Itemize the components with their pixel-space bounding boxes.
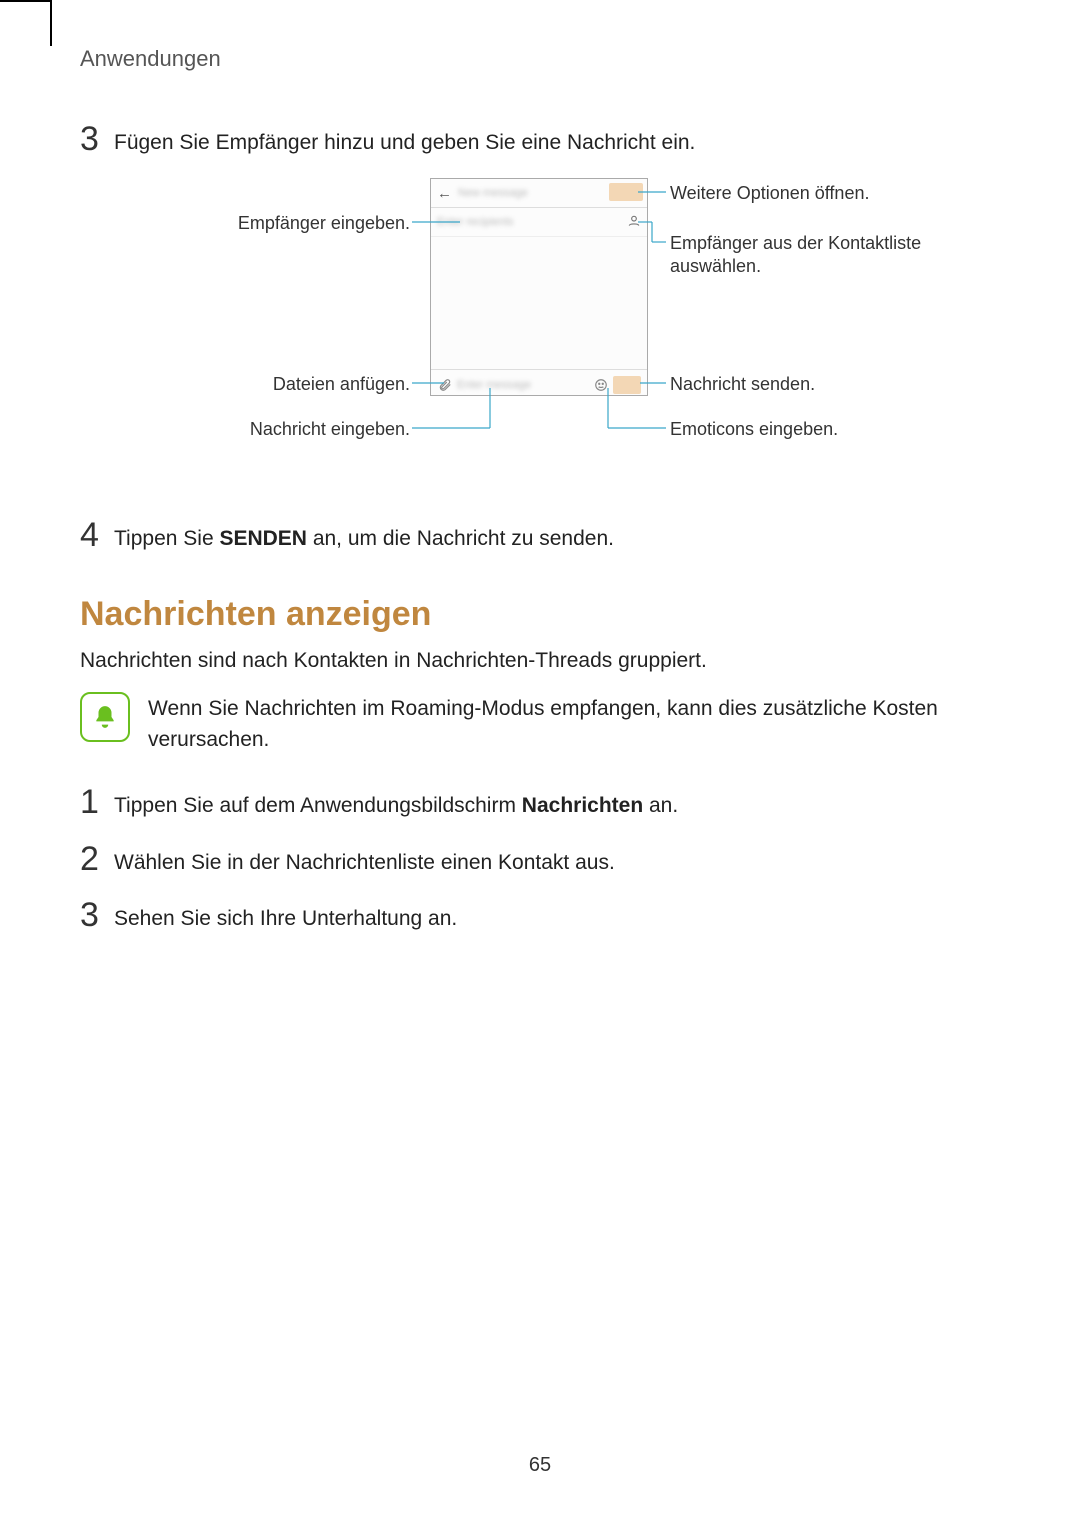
recipient-hint-blur: Enter recipients (437, 216, 513, 228)
step-number: 1 (80, 785, 114, 819)
corner-decoration-h (0, 0, 50, 2)
text: Tippen Sie auf dem Anwendungsbildschirm (114, 794, 522, 817)
step-text: Sehen Sie sich Ihre Unterhaltung an. (114, 898, 457, 934)
attach-icon[interactable] (437, 377, 453, 393)
section-intro: Nachrichten sind nach Kontakten in Nachr… (80, 646, 1000, 676)
send-button[interactable] (613, 376, 641, 394)
bold: SENDEN (219, 527, 307, 550)
step-text: Fügen Sie Empfänger hinzu und geben Sie … (114, 122, 695, 158)
bold: Nachrichten (522, 794, 643, 817)
input-hint-blur: Enter message (457, 379, 593, 391)
step-text: Tippen Sie auf dem Anwendungsbildschirm … (114, 785, 678, 821)
page: Anwendungen 3 Fügen Sie Empfänger hinzu … (0, 0, 1080, 1527)
more-button[interactable] (609, 183, 643, 201)
callout-attach: Dateien anfügen. (160, 373, 410, 396)
step-text: Wählen Sie in der Nachrichtenliste einen… (114, 842, 615, 878)
phone-header: ← New message (431, 179, 647, 208)
phone-mock: ← New message Enter recipients (430, 178, 648, 396)
callout-emoji: Emoticons eingeben. (670, 418, 930, 441)
header-title-blur: New message (458, 187, 528, 199)
list-step-2: 2 Wählen Sie in der Nachrichtenliste ein… (80, 842, 1000, 878)
list-step-3: 3 Sehen Sie sich Ihre Unterhaltung an. (80, 898, 1000, 934)
step-number: 2 (80, 842, 114, 876)
section-title: Nachrichten anzeigen (80, 595, 1000, 634)
step-text: Tippen Sie SENDEN an, um die Nachricht z… (114, 518, 614, 554)
text: an. (643, 794, 678, 817)
contacts-icon[interactable] (627, 214, 641, 228)
step-number: 3 (80, 898, 114, 932)
step-4: 4 Tippen Sie SENDEN an, um die Nachricht… (80, 518, 1000, 554)
back-icon[interactable]: ← (437, 185, 452, 202)
note-row: Wenn Sie Nachrichten im Roaming-Modus em… (80, 692, 1000, 755)
step-number: 3 (80, 122, 114, 156)
breadcrumb: Anwendungen (80, 46, 1000, 72)
corner-decoration-v (50, 0, 52, 46)
callout-send: Nachricht senden. (670, 373, 930, 396)
text: an, um die Nachricht zu senden. (307, 527, 614, 550)
text: Tippen Sie (114, 527, 219, 550)
phone-input-row: Enter message (431, 369, 647, 400)
step-number: 4 (80, 518, 114, 552)
message-diagram: Empfänger eingeben. Dateien anfügen. Nac… (160, 178, 920, 478)
bell-icon (80, 692, 130, 742)
callout-recipient: Empfänger eingeben. (160, 212, 410, 235)
emoji-icon[interactable] (593, 377, 609, 393)
phone-body (431, 237, 647, 369)
callout-more: Weitere Optionen öffnen. (670, 182, 930, 205)
callout-contacts: Empfänger aus der Kontaktliste auswählen… (670, 232, 930, 277)
callout-message: Nachricht eingeben. (160, 418, 410, 441)
step-3: 3 Fügen Sie Empfänger hinzu und geben Si… (80, 122, 1000, 158)
note-text: Wenn Sie Nachrichten im Roaming-Modus em… (148, 692, 1000, 755)
page-number: 65 (0, 1454, 1080, 1477)
list-step-1: 1 Tippen Sie auf dem Anwendungsbildschir… (80, 785, 1000, 821)
recipient-row: Enter recipients (431, 208, 647, 237)
